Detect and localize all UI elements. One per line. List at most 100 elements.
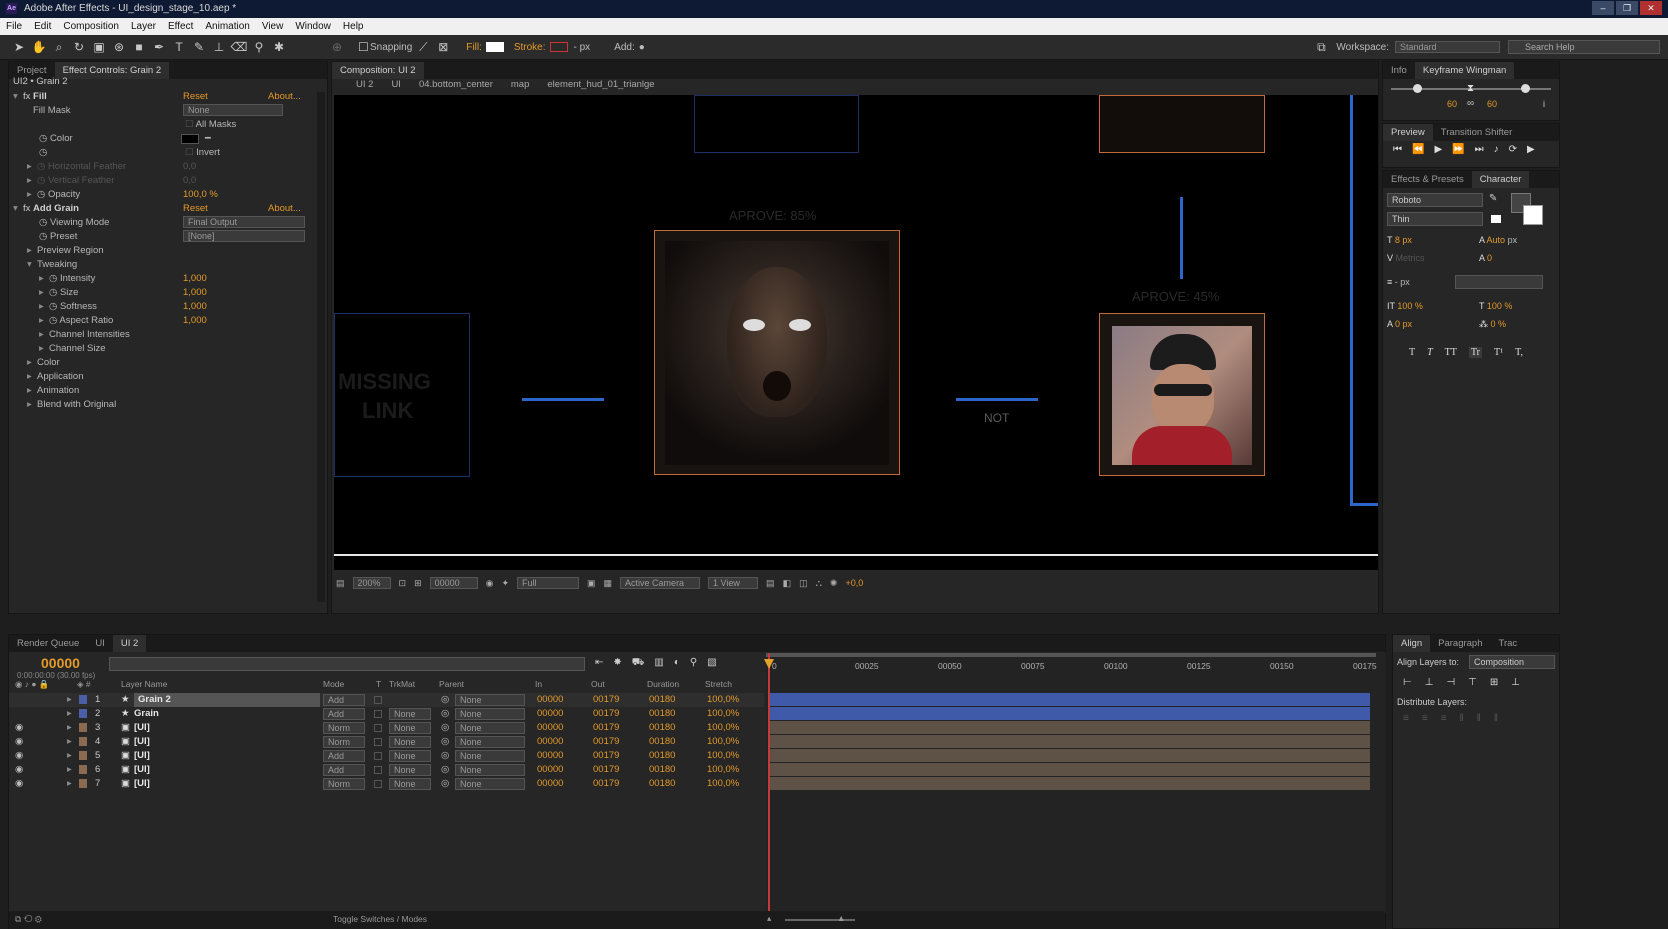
snapping-checkbox[interactable]: ☐ [358,38,369,56]
subscript-button[interactable]: T, [1515,347,1523,358]
tab-paragraph[interactable]: Paragraph [1430,635,1490,652]
eye-icon[interactable]: ◉ [15,749,23,763]
menu-effect[interactable]: Effect [162,21,199,32]
parent-select[interactable]: None [455,764,525,776]
breadcrumb-map[interactable]: map [511,79,529,90]
layer-duration-bar[interactable] [770,707,1370,720]
expand-arrow-icon[interactable]: ▸ [67,763,72,777]
preserve-transparency-checkbox[interactable] [374,724,382,732]
pickwhip-icon[interactable]: ◎ [441,777,449,791]
faux-italic-button[interactable]: T [1427,347,1433,358]
align-to-select[interactable]: Composition [1469,655,1555,669]
layer-name[interactable]: [UI] [134,735,150,749]
col-out[interactable]: Out [591,679,605,689]
stopwatch-icon[interactable]: ◷ [49,273,57,284]
layer-mode-select[interactable]: Add [323,750,365,762]
layer-out[interactable]: 00179 [593,763,619,777]
trkmat-select[interactable]: None [389,750,431,762]
roto-brush-tool-icon[interactable]: ⚲ [250,38,268,56]
frame-blending-icon[interactable]: ▥ [654,657,663,670]
kerning-value[interactable]: Metrics [1396,253,1425,263]
pickwhip-icon[interactable]: ◎ [441,721,449,735]
distribute-bottom-icon[interactable]: ≡ [1441,713,1447,724]
region-icon[interactable]: ▤ [336,578,345,589]
small-caps-button[interactable]: Tr [1468,347,1482,358]
expand-arrow-icon[interactable]: ▸ [67,735,72,749]
layer-out[interactable]: 00179 [593,749,619,763]
zoom-select[interactable]: 200% [352,577,391,589]
layer-mode-select[interactable]: Add [323,708,365,720]
label-color[interactable] [79,737,87,746]
channel-intensities-group[interactable]: Channel Intensities [49,329,130,340]
layer-name[interactable]: Grain [134,707,159,721]
expand-arrow-icon[interactable]: ▸ [67,693,72,707]
layer-duration-bar[interactable] [770,777,1370,790]
layer-duration[interactable]: 00180 [649,721,675,735]
layer-in[interactable]: 00000 [537,763,563,777]
eye-icon[interactable]: ◉ [15,777,23,791]
layer-stretch[interactable]: 100,0% [707,707,739,721]
composition-viewer[interactable]: MISSING LINK APROVE: 85% NOT APROVE: 45% [334,95,1378,570]
breadcrumb-bottom-center[interactable]: 04.bottom_center [419,79,493,90]
effect-scrollbar[interactable] [317,92,325,602]
preserve-transparency-checkbox[interactable] [374,766,382,774]
fill-mask-select[interactable]: None [183,104,283,116]
wingman-slider-left[interactable] [1413,84,1422,93]
layer-stretch[interactable]: 100,0% [707,693,739,707]
prev-frame-icon[interactable]: ⏪ [1412,144,1424,155]
tweaking-group[interactable]: Tweaking [37,259,77,270]
preset-select[interactable]: [None] [183,230,305,242]
preserve-transparency-checkbox[interactable] [374,710,382,718]
label-color[interactable] [79,723,87,732]
layer-row[interactable]: ◉ ▸ 7 ▣ [UI] Norm None ◎ None 00000 00179 00180 100,… [9,777,764,791]
layer-duration-bar[interactable] [770,763,1370,776]
draft-3d-icon[interactable]: ✸ [613,657,621,670]
menu-window[interactable]: Window [289,21,337,32]
tab-info[interactable]: Info [1383,62,1415,79]
flowchart-icon[interactable]: ⛬ [816,578,822,589]
layer-mode-select[interactable]: Add [323,694,365,706]
ram-preview-icon[interactable]: ▶ [1527,144,1535,155]
label-color[interactable] [79,779,87,788]
eraser-tool-icon[interactable]: ⌫ [230,38,248,56]
menu-layer[interactable]: Layer [125,21,162,32]
menu-edit[interactable]: Edit [28,21,57,32]
trkmat-select[interactable]: None [389,736,431,748]
distribute-right-icon[interactable]: ‖ [1494,713,1498,724]
zoom-out-icon[interactable]: ▴ [767,913,771,924]
label-color[interactable] [79,709,87,718]
exposure-value[interactable]: +0,0 [845,578,863,588]
brainstorm-icon[interactable]: ▧ [707,657,716,670]
tab-effect-controls[interactable]: Effect Controls: Grain 2 [54,62,170,79]
maximize-button[interactable]: ❐ [1616,1,1638,15]
wingman-value-left[interactable]: 60 [1447,99,1457,109]
stopwatch-icon[interactable]: ◷ [49,301,57,312]
layer-in[interactable]: 00000 [537,707,563,721]
leading-value[interactable]: Auto [1487,235,1506,245]
layer-row[interactable]: ▸ 1 ★ Grain 2 Add ◎ None 00000 00179 00180 100,0% [9,693,764,707]
menu-view[interactable]: View [256,21,290,32]
col-layer-name[interactable]: Layer Name [121,679,167,689]
font-size-value[interactable]: 8 px [1395,235,1412,245]
preserve-transparency-checkbox[interactable] [374,752,382,760]
aspect-ratio-value[interactable]: 1,000 [183,314,207,328]
invert-checkbox[interactable]: ☐ [185,147,194,158]
graph-editor-icon[interactable]: ⚲ [690,657,697,670]
expand-arrow-icon[interactable]: ▸ [67,721,72,735]
layer-stretch[interactable]: 100,0% [707,749,739,763]
stopwatch-icon[interactable]: ◷ [37,189,45,200]
tab-transition-shifter[interactable]: Transition Shifter [1433,124,1520,141]
pickwhip-icon[interactable]: ◎ [441,693,449,707]
audio-icon[interactable]: ♪ [1494,144,1499,155]
parent-select[interactable]: None [455,708,525,720]
safe-zones-icon[interactable]: ⊞ [414,578,422,589]
application-group[interactable]: Application [37,371,83,382]
layer-name[interactable]: [UI] [134,749,150,763]
softness-value[interactable]: 1,000 [183,300,207,314]
selection-tool-icon[interactable]: ➤ [10,38,28,56]
size-value[interactable]: 1,000 [183,286,207,300]
layer-in[interactable]: 00000 [537,749,563,763]
zoom-in-icon[interactable]: ▲ [837,913,845,923]
camera-tool-icon[interactable]: ▣ [90,38,108,56]
col-duration[interactable]: Duration [647,679,679,689]
